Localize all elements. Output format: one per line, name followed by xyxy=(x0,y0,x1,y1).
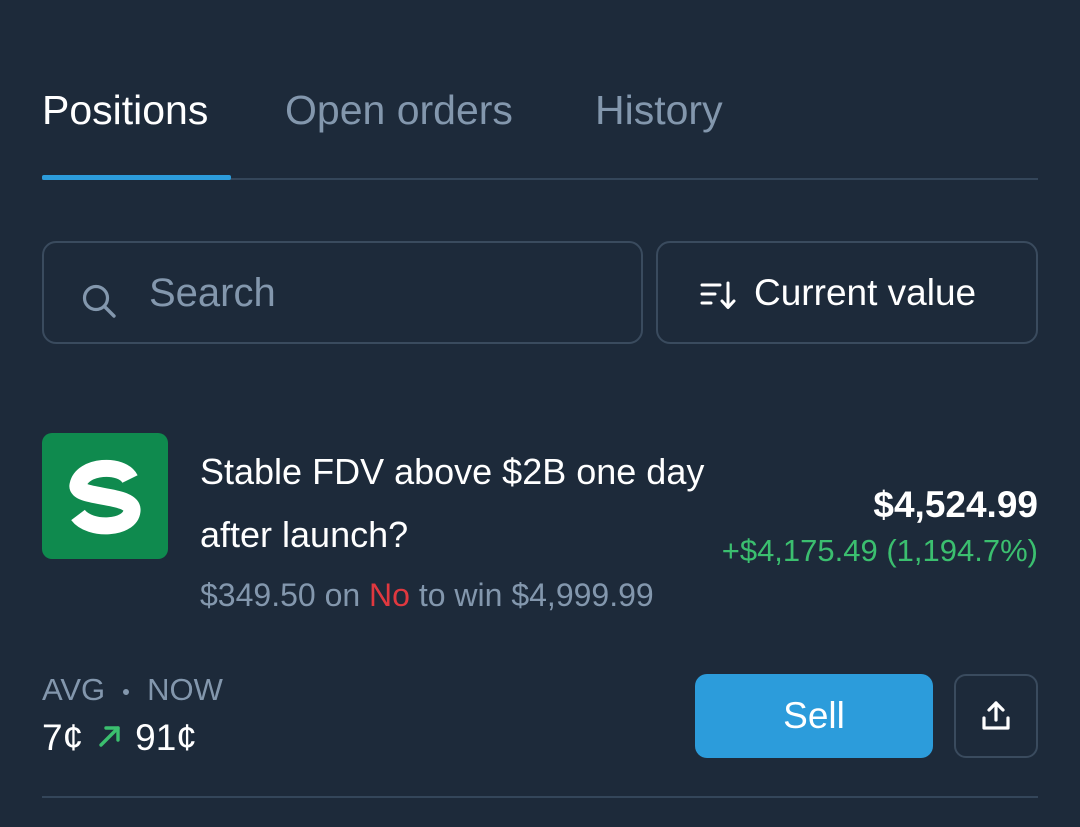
price-labels: AVG NOW xyxy=(42,670,223,710)
now-label: NOW xyxy=(147,672,223,707)
avg-label: AVG xyxy=(42,672,106,707)
market-title[interactable]: Stable FDV above $2B one day after launc… xyxy=(200,440,710,566)
arrow-up-right-icon xyxy=(99,726,120,747)
sort-label: Current value xyxy=(754,272,977,313)
tab-open-orders[interactable]: Open orders xyxy=(285,84,513,136)
to-win-text: to win xyxy=(418,577,503,613)
bet-side: No xyxy=(369,577,410,613)
bet-summary: $349.50 on No to win $4,999.99 xyxy=(200,575,654,615)
current-value: $4,524.99 xyxy=(873,484,1038,525)
share-icon xyxy=(982,701,1010,730)
stake-amount: $349.50 xyxy=(200,577,316,613)
avg-price: 7¢ xyxy=(42,717,84,758)
search-icon xyxy=(82,284,116,318)
share-button[interactable] xyxy=(954,674,1038,758)
active-tab-indicator xyxy=(42,175,231,180)
sort-descending-icon xyxy=(700,281,736,309)
profit-loss: +$4,175.49 (1,194.7%) xyxy=(721,533,1038,568)
positions-screen: Positions Open orders History Current va… xyxy=(0,0,1080,827)
tab-bar: Positions Open orders History xyxy=(42,84,1038,180)
now-price: 91¢ xyxy=(135,717,197,758)
price-values: 7¢ 91¢ xyxy=(42,714,197,762)
sell-button[interactable]: Sell xyxy=(695,674,933,758)
on-text: on xyxy=(324,577,361,613)
market-logo[interactable] xyxy=(42,433,168,559)
search-input[interactable] xyxy=(149,267,619,319)
search-box[interactable] xyxy=(42,241,643,344)
tab-positions[interactable]: Positions xyxy=(42,84,208,136)
row-divider xyxy=(42,796,1038,798)
tab-history[interactable]: History xyxy=(595,84,723,136)
sort-button[interactable]: Current value xyxy=(656,241,1038,344)
payout-amount: $4,999.99 xyxy=(511,577,654,613)
dot-separator xyxy=(123,688,130,695)
stable-logo-icon xyxy=(69,459,141,535)
